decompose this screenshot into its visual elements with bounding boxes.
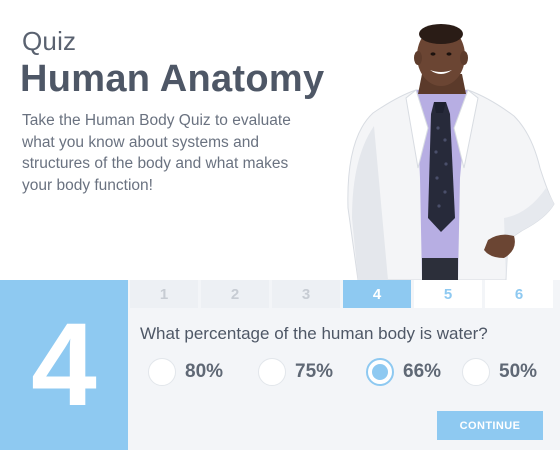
page-title: Human Anatomy [20,58,325,100]
step-1[interactable]: 1 [130,280,198,308]
doctor-photo [347,24,555,280]
radio-button[interactable] [462,358,490,386]
radio-button-selected[interactable] [366,358,394,386]
step-2[interactable]: 2 [201,280,269,308]
step-3[interactable]: 3 [272,280,340,308]
step-4[interactable]: 4 [343,280,411,308]
answer-options: 80% 75% 66% 50% [148,358,553,388]
question-text: What percentage of the human body is wat… [140,324,488,343]
answer-label: 50% [499,361,538,382]
answer-option-2[interactable]: 75% [258,358,333,386]
continue-button[interactable]: CONTINUE [437,411,543,440]
quiz-kicker: Quiz [22,26,77,56]
step-6[interactable]: 6 [485,280,553,308]
quiz-description: Take the Human Body Quiz to evaluate wha… [22,112,291,194]
question-number-panel: 4 [0,280,128,450]
answer-label: 80% [185,361,224,382]
answer-option-1[interactable]: 80% [148,358,223,386]
answer-option-4[interactable]: 50% [462,358,537,386]
answer-label: 66% [403,361,442,382]
answer-label: 75% [295,361,334,382]
radio-button[interactable] [148,358,176,386]
answer-option-3[interactable]: 66% [366,358,441,386]
quiz-panel: 1 2 3 4 5 6 What percentage of the human… [128,280,560,450]
hero-section: Quiz Human Anatomy Take the Human Body Q… [0,0,560,280]
current-question-number: 4 [31,299,97,431]
radio-button[interactable] [258,358,286,386]
step-indicator: 1 2 3 4 5 6 [130,280,553,308]
step-5[interactable]: 5 [414,280,482,308]
